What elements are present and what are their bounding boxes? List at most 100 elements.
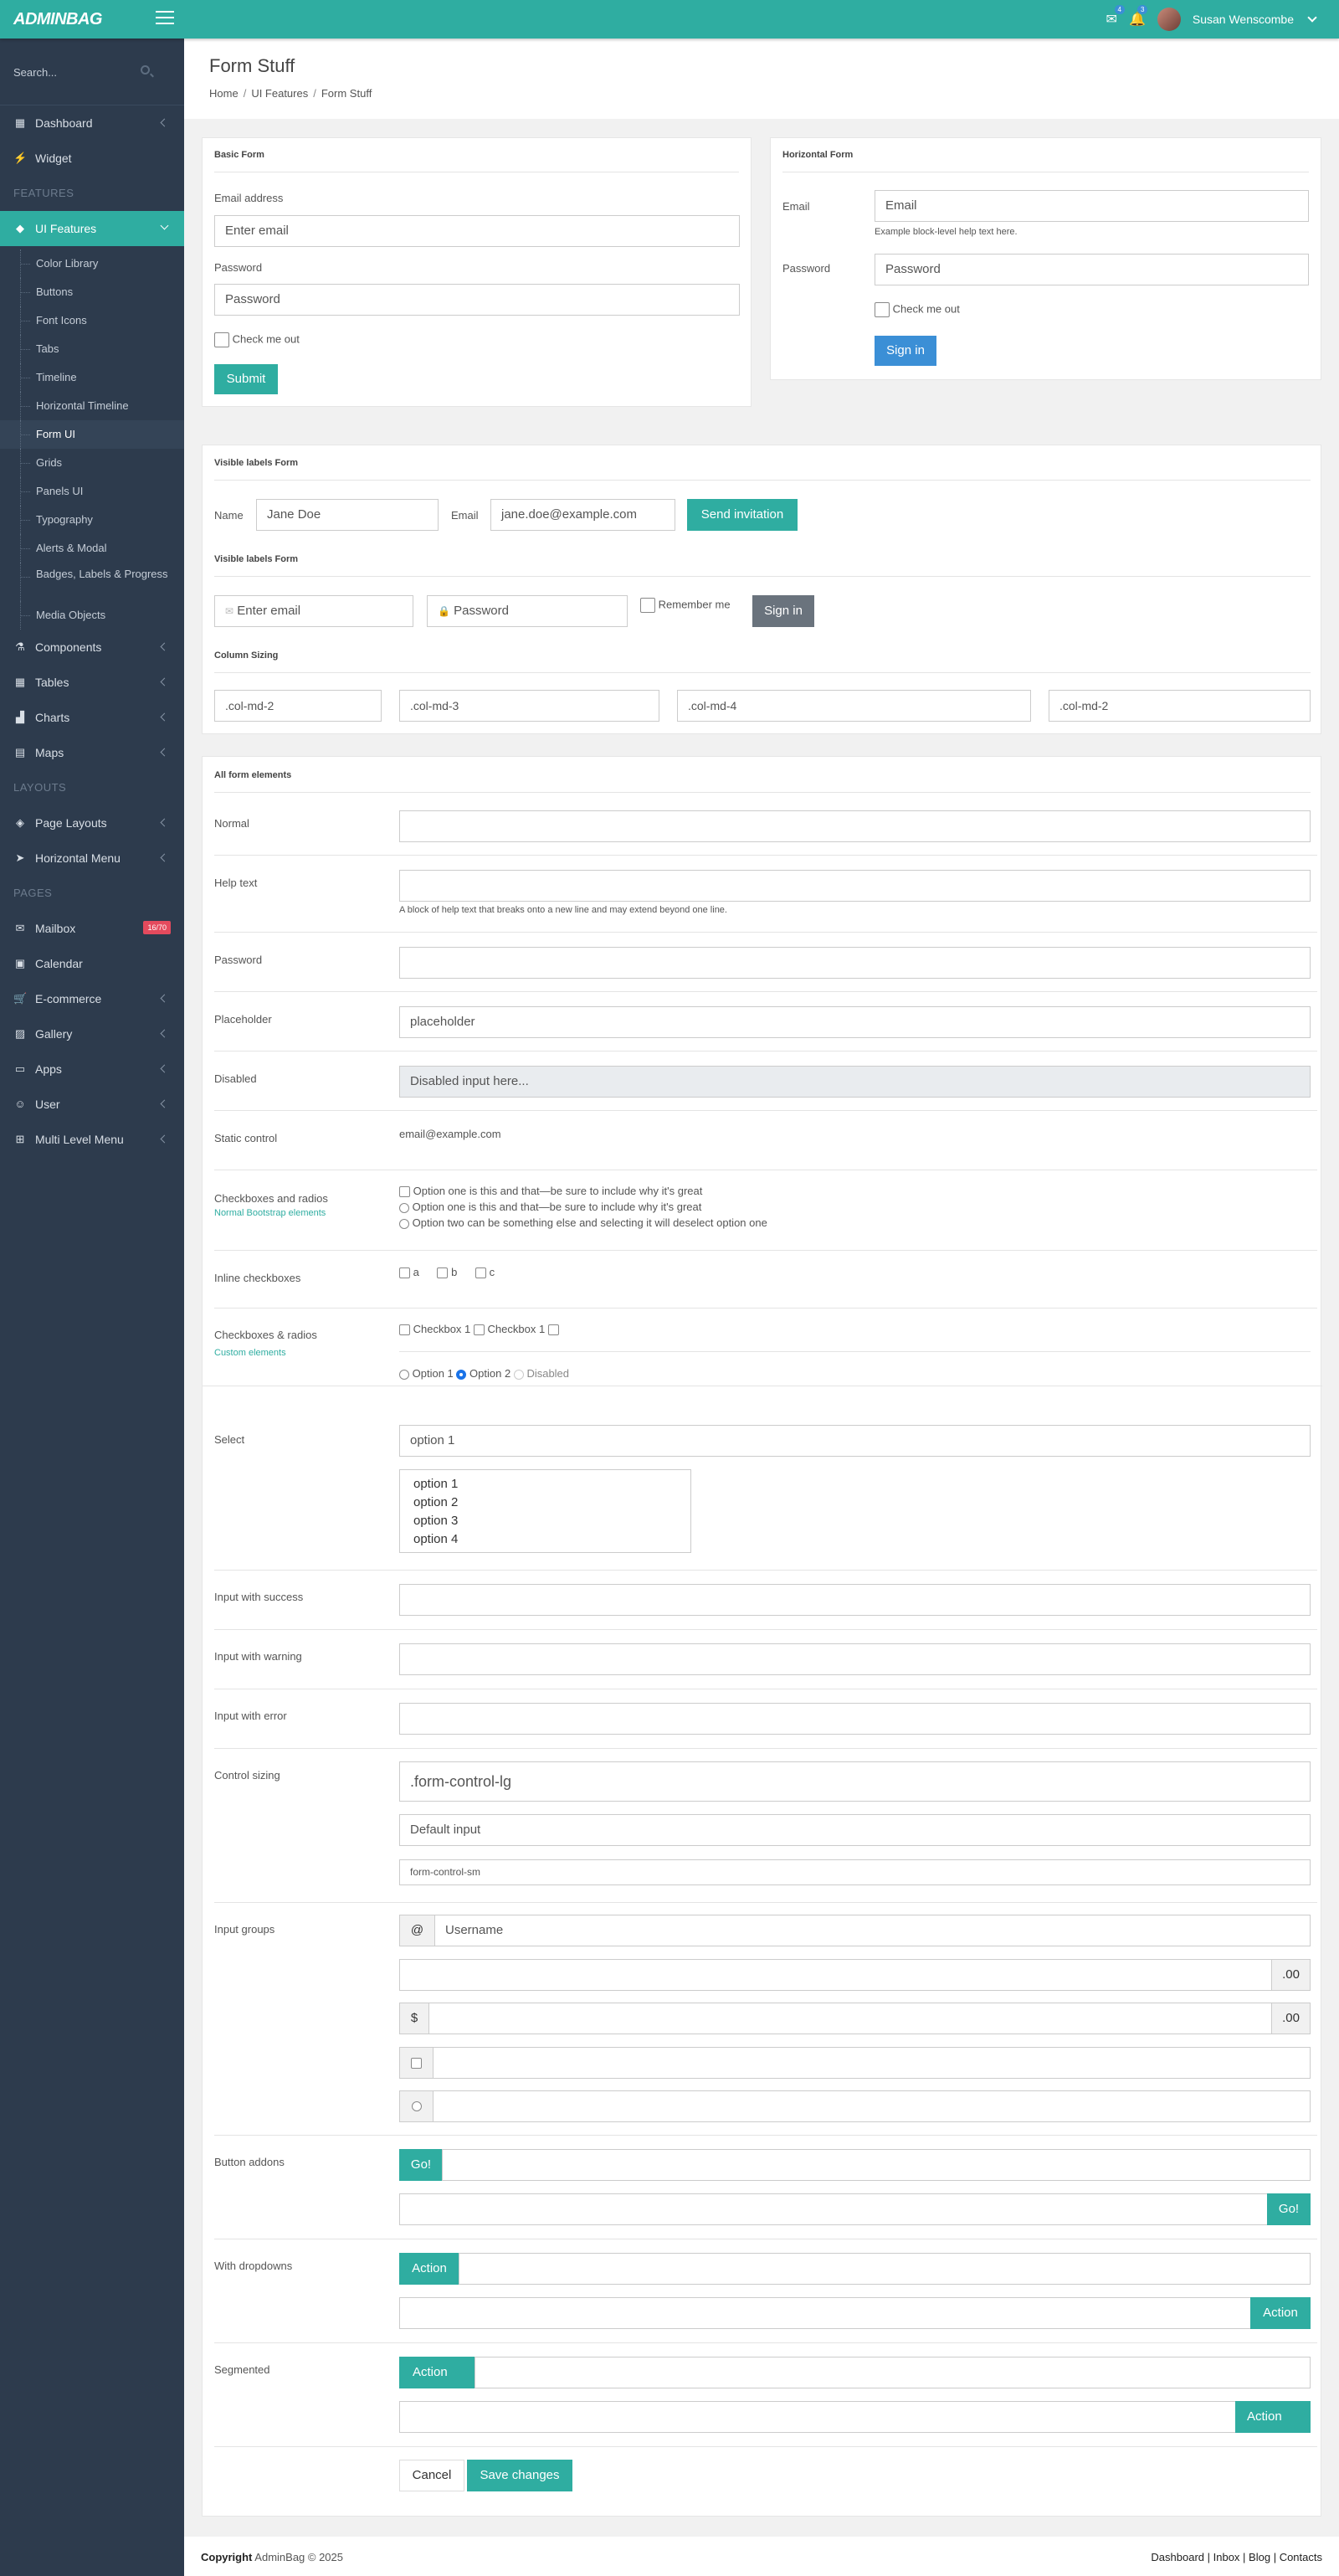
dropdown-input[interactable] xyxy=(459,2253,1311,2285)
sidebar-item-tables[interactable]: ▦ Tables xyxy=(0,665,184,700)
remember-checkbox[interactable] xyxy=(640,598,655,613)
sidebar-item-apps[interactable]: ▭ Apps xyxy=(0,1051,184,1087)
breadcrumb-ui-features[interactable]: UI Features xyxy=(251,87,308,100)
input-default[interactable]: Default input xyxy=(399,1814,1311,1846)
col-md-3-input[interactable]: .col-md-3 xyxy=(399,690,659,722)
user-name[interactable]: Susan Wenscombe xyxy=(1193,13,1294,26)
go-button[interactable]: Go! xyxy=(1267,2193,1311,2225)
select-option[interactable]: option 2 xyxy=(413,1494,677,1512)
sidebar-item-gallery[interactable]: ▨ Gallery xyxy=(0,1016,184,1051)
custom-radio-option-1[interactable] xyxy=(399,1369,409,1380)
sidebar-subitem[interactable]: Color Library xyxy=(0,249,184,278)
input-warning[interactable] xyxy=(399,1643,1311,1675)
sidebar-item-charts[interactable]: ▟ Charts xyxy=(0,700,184,735)
check-me-out-checkbox[interactable] xyxy=(214,332,229,347)
sidebar-search[interactable]: Search... xyxy=(0,39,184,105)
search-input[interactable]: Search... xyxy=(13,66,57,79)
sign-in-button[interactable]: Sign in xyxy=(752,595,814,627)
sidebar-item-page-layouts[interactable]: ◈ Page Layouts xyxy=(0,805,184,841)
sidebar-subitem[interactable]: Badges, Labels & Progress xyxy=(0,563,184,601)
input-sm[interactable]: form-control-sm xyxy=(399,1859,1311,1885)
email-input[interactable]: ✉ Enter email xyxy=(214,595,413,627)
footer-link-dashboard[interactable]: Dashboard xyxy=(1151,2551,1204,2563)
input-error[interactable] xyxy=(399,1703,1311,1735)
go-button[interactable]: Go! xyxy=(399,2149,443,2181)
sidebar-item-multi-level-menu[interactable]: ⊞ Multi Level Menu xyxy=(0,1122,184,1157)
button-addon-input[interactable] xyxy=(442,2149,1311,2181)
password-input[interactable]: Password xyxy=(875,254,1309,285)
avatar[interactable] xyxy=(1157,8,1181,31)
chevron-down-icon[interactable] xyxy=(1307,12,1317,23)
custom-checkbox[interactable] xyxy=(547,1324,559,1336)
logo[interactable]: ADMINBAG xyxy=(13,10,103,29)
multi-select[interactable]: option 1 option 2 option 3 option 4 xyxy=(399,1469,691,1553)
inline-checkbox-a[interactable] xyxy=(399,1267,410,1279)
sign-in-button[interactable]: Sign in xyxy=(875,336,936,366)
button-addon-input[interactable] xyxy=(399,2193,1268,2225)
inline-checkbox-b[interactable] xyxy=(437,1267,449,1279)
sidebar-item-mailbox[interactable]: ✉ Mailbox 16/70 xyxy=(0,911,184,946)
sidebar-subitem[interactable]: Grids xyxy=(0,449,184,477)
dropdown-input[interactable] xyxy=(399,2297,1251,2329)
option-radio[interactable] xyxy=(399,1218,409,1229)
action-dropdown-button[interactable]: Action xyxy=(1250,2297,1311,2329)
sidebar-subitem[interactable]: Font Icons xyxy=(0,306,184,335)
normal-input[interactable] xyxy=(399,810,1311,842)
send-invitation-button[interactable]: Send invitation xyxy=(687,499,798,531)
select-option[interactable]: option 3 xyxy=(413,1512,677,1530)
select-option[interactable]: option 4 xyxy=(413,1530,677,1549)
check-me-out-checkbox[interactable] xyxy=(875,302,890,317)
sidebar-item-horizontal-menu[interactable]: ➤ Horizontal Menu xyxy=(0,841,184,876)
sidebar-item-components[interactable]: ⚗ Components xyxy=(0,630,184,665)
breadcrumb-home[interactable]: Home xyxy=(209,87,239,100)
addon-checkbox[interactable] xyxy=(411,2057,422,2069)
sidebar-subitem[interactable]: Tabs xyxy=(0,335,184,363)
menu-toggle-icon[interactable] xyxy=(156,11,174,26)
sidebar-item-dashboard[interactable]: ▦ Dashboard xyxy=(0,105,184,141)
col-md-4-input[interactable]: .col-md-4 xyxy=(677,690,1031,722)
price-input[interactable] xyxy=(428,2003,1272,2034)
radio-group-input[interactable] xyxy=(433,2090,1311,2122)
segmented-action-button[interactable]: Action xyxy=(1235,2401,1311,2433)
segmented-action-button[interactable]: Action xyxy=(399,2357,475,2388)
custom-checkbox[interactable] xyxy=(473,1324,485,1336)
addon-radio[interactable] xyxy=(411,2101,422,2112)
select-dropdown[interactable]: option 1 xyxy=(399,1425,1311,1457)
username-input[interactable]: Username xyxy=(434,1915,1311,1946)
checkbox-group-input[interactable] xyxy=(433,2047,1311,2079)
email-input[interactable]: Email xyxy=(875,190,1309,222)
inline-checkbox-c[interactable] xyxy=(475,1267,486,1279)
sidebar-item-ui-features[interactable]: ◆ UI Features xyxy=(0,211,184,246)
sidebar-subitem[interactable]: Panels UI xyxy=(0,477,184,506)
sidebar-item-ecommerce[interactable]: 🛒 E-commerce xyxy=(0,981,184,1016)
sidebar-subitem-active[interactable]: Form UI xyxy=(0,420,184,449)
save-changes-button[interactable]: Save changes xyxy=(467,2460,572,2491)
email-input[interactable]: jane.doe@example.com xyxy=(490,499,675,531)
cancel-button[interactable]: Cancel xyxy=(399,2460,464,2491)
sidebar-subitem[interactable]: Horizontal Timeline xyxy=(0,392,184,420)
password-input[interactable]: Password xyxy=(214,284,740,316)
amount-input[interactable] xyxy=(399,1959,1272,1991)
password-input[interactable] xyxy=(399,947,1311,979)
input-lg[interactable]: .form-control-lg xyxy=(399,1761,1311,1802)
sidebar-subitem[interactable]: Alerts & Modal xyxy=(0,534,184,563)
placeholder-input[interactable]: placeholder xyxy=(399,1006,1311,1038)
sidebar-item-maps[interactable]: ▤ Maps xyxy=(0,735,184,770)
email-input[interactable]: Enter email xyxy=(214,215,740,247)
submit-button[interactable]: Submit xyxy=(214,364,278,394)
custom-checkbox[interactable] xyxy=(399,1324,410,1336)
name-input[interactable]: Jane Doe xyxy=(256,499,439,531)
segmented-input[interactable] xyxy=(399,2401,1236,2433)
col-md-2-input[interactable]: .col-md-2 xyxy=(1049,690,1311,722)
sidebar-subitem[interactable]: Timeline xyxy=(0,363,184,392)
option-checkbox[interactable] xyxy=(399,1186,410,1198)
col-md-2-input[interactable]: .col-md-2 xyxy=(214,690,382,722)
sidebar-subitem[interactable]: Media Objects xyxy=(0,601,184,630)
search-icon[interactable] xyxy=(141,65,150,75)
footer-link-inbox[interactable]: Inbox xyxy=(1213,2551,1240,2563)
password-input[interactable]: 🔒 Password xyxy=(427,595,628,627)
option-radio[interactable] xyxy=(399,1202,409,1213)
input-success[interactable] xyxy=(399,1584,1311,1616)
custom-radio-option-2[interactable] xyxy=(456,1369,467,1380)
select-option[interactable]: option 1 xyxy=(413,1475,677,1494)
